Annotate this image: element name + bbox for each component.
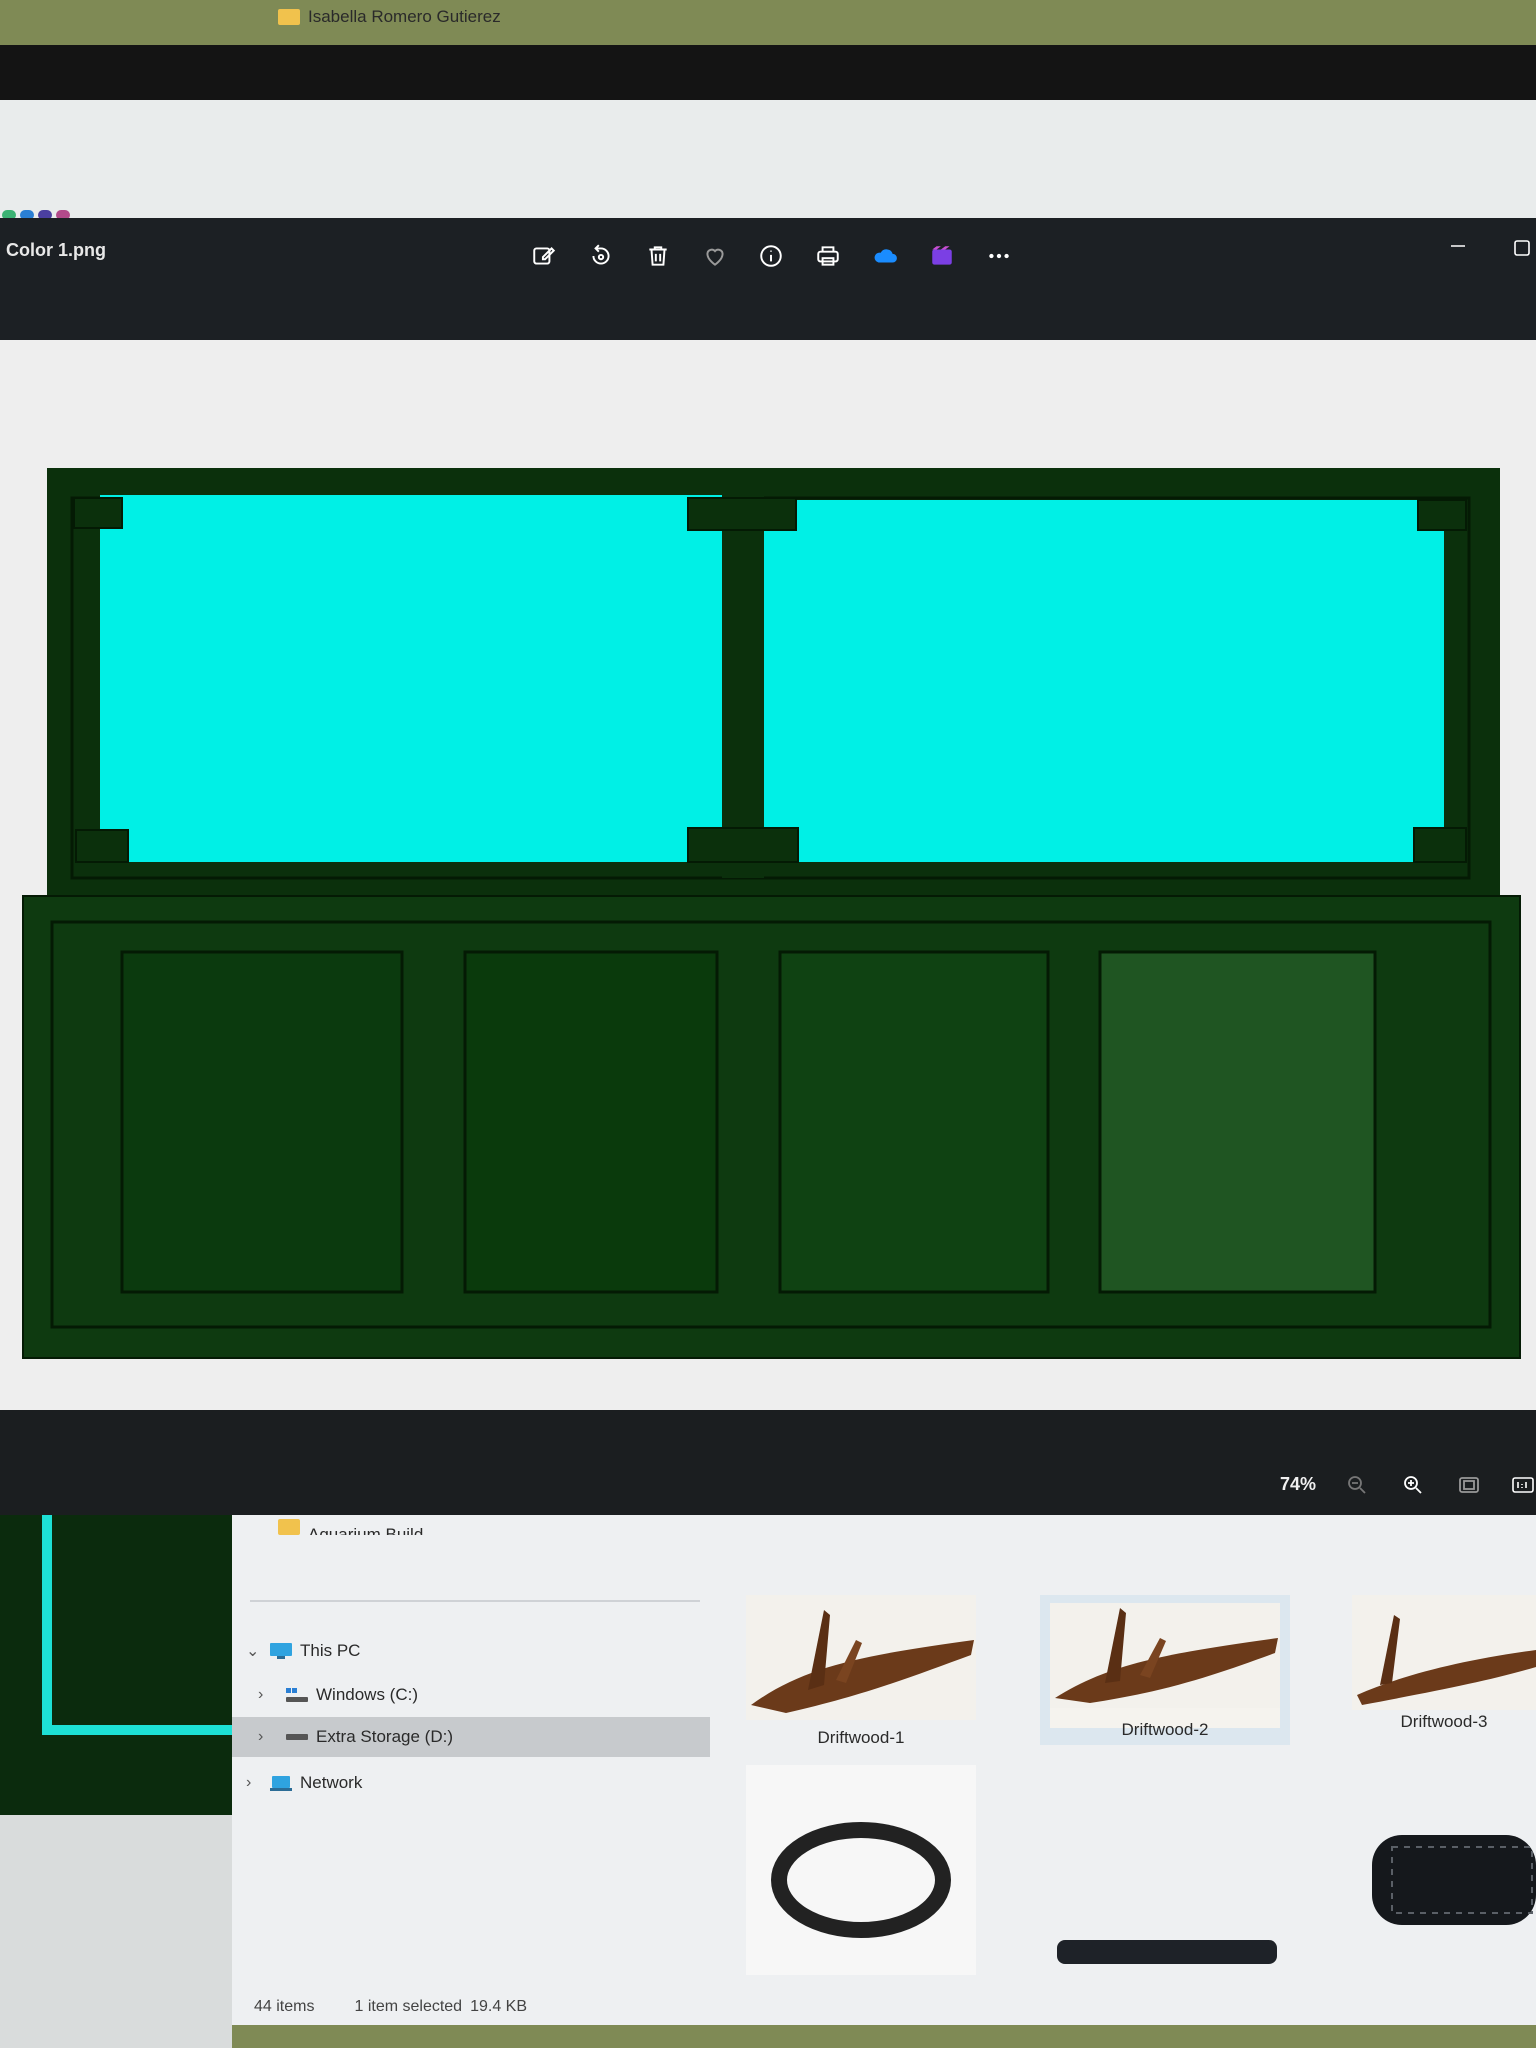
drive-icon <box>286 1734 308 1740</box>
thumbnail-driftwood-3 <box>1352 1595 1536 1710</box>
zoom-out-icon <box>1348 1476 1366 1494</box>
aquarium-cabinet-image <box>0 340 1536 1410</box>
left-glass-panel <box>100 495 722 862</box>
nav-folder-aquarium-build[interactable]: Aquarium Build <box>278 1515 423 1535</box>
fit-to-window-button[interactable] <box>1454 1470 1484 1500</box>
maximize-button[interactable] <box>1510 236 1534 260</box>
edit-button[interactable] <box>526 238 562 274</box>
chevron-down-icon: ⌄ <box>246 1643 260 1660</box>
photos-title-bar <box>0 218 1536 340</box>
delete-icon <box>649 246 667 266</box>
selection-size: 19.4 KB <box>470 1998 528 2015</box>
folder-icon <box>278 1519 300 1535</box>
wavemaker-pump-image <box>1372 1835 1536 1925</box>
edit-icon <box>533 247 556 265</box>
center-brace <box>722 480 764 878</box>
item-count: 44 items <box>254 1998 315 2015</box>
thumbnail-driftwood-2 <box>1050 1603 1280 1728</box>
minimize-icon <box>1451 245 1465 247</box>
nav-this-pc[interactable]: ⌄ This PC <box>246 1631 360 1671</box>
thumbnail-driftwood-1 <box>746 1595 976 1720</box>
minimize-button[interactable] <box>1448 236 1468 256</box>
tubing-image <box>771 1822 951 1938</box>
file-driftwood-1[interactable]: Driftwood-1 <box>746 1595 976 1748</box>
onedrive-button[interactable] <box>867 238 903 274</box>
driftwood-image <box>746 1595 976 1720</box>
onedrive-cloud-icon <box>874 249 897 263</box>
corner-brace-bl <box>75 829 129 863</box>
monitor-bezel <box>0 45 1536 105</box>
file-driftwood-3[interactable]: Driftwood-3 <box>1352 1595 1536 1732</box>
file-wavemaker[interactable] <box>1352 1795 1536 1975</box>
more-options-button[interactable] <box>981 238 1017 274</box>
fit-screen-icon <box>1459 1477 1479 1493</box>
right-glass-panel <box>764 500 1444 862</box>
more-options-icon <box>989 253 1009 259</box>
chevron-right-icon: › <box>258 1686 264 1703</box>
corner-brace-tr <box>1417 499 1467 531</box>
corner-brace-tl <box>73 497 123 529</box>
rotate-icon <box>592 244 610 265</box>
actual-size-button[interactable] <box>1508 1470 1536 1500</box>
cabinet-door-4 <box>1098 950 1377 1294</box>
folder-icon <box>278 9 300 25</box>
hose-image <box>1057 1940 1277 1964</box>
window-title: Color 1.png <box>6 240 106 260</box>
print-button[interactable] <box>810 238 846 274</box>
center-brace-bottom <box>687 827 799 863</box>
zoom-in-button[interactable] <box>1398 1470 1428 1500</box>
zoom-out-button[interactable] <box>1342 1470 1372 1500</box>
zoom-in-icon <box>1404 1476 1422 1494</box>
delete-button[interactable] <box>640 238 676 274</box>
cabinet-door-2 <box>463 950 719 1294</box>
favorite-button[interactable] <box>697 238 733 274</box>
explorer-status-bar: 44 items 1 item selected 19.4 KB <box>232 1990 1536 2024</box>
info-button[interactable] <box>753 238 789 274</box>
zoom-level[interactable]: 74% <box>1280 1474 1316 1495</box>
clipchamp-video-icon <box>932 246 952 265</box>
chevron-right-icon: › <box>246 1774 252 1791</box>
network-icon <box>270 1776 292 1791</box>
selection-count: 1 item selected <box>354 1998 463 2015</box>
corner-brace-br <box>1413 827 1467 863</box>
image-canvas <box>0 340 1536 1410</box>
file-driftwood-2[interactable]: Driftwood-2 <box>1040 1595 1290 1745</box>
print-icon <box>817 246 839 266</box>
nav-drive-d[interactable]: › Extra Storage (D:) <box>232 1717 710 1757</box>
file-hose[interactable] <box>1052 1935 1282 1975</box>
nav-folder-isabella[interactable]: Isabella Romero Gutierez <box>278 0 501 37</box>
cabinet-door-1 <box>120 950 404 1294</box>
windows-drive-icon <box>286 1688 308 1702</box>
background-image-preview <box>0 1515 232 1815</box>
photos-bottom-bar <box>0 1410 1536 1515</box>
driftwood-image <box>1352 1595 1536 1710</box>
background-window-strip <box>0 100 1536 225</box>
maximize-icon <box>1514 240 1530 256</box>
nav-network[interactable]: › Network <box>246 1763 362 1803</box>
driftwood-image <box>1050 1603 1280 1708</box>
rotate-button[interactable] <box>583 238 619 274</box>
favorite-heart-icon <box>706 248 724 266</box>
nav-drive-c[interactable]: › Windows (C:) <box>258 1675 418 1715</box>
nav-divider <box>250 1600 700 1602</box>
center-brace-top <box>687 497 797 531</box>
desktop-background <box>0 1815 232 2048</box>
chevron-right-icon: › <box>258 1728 264 1745</box>
clipchamp-button[interactable] <box>924 238 960 274</box>
info-icon <box>760 245 782 267</box>
computer-icon <box>270 1643 292 1659</box>
cabinet-door-3 <box>778 950 1050 1294</box>
file-explorer-window: Aquarium Build Isabella Romero Gutierez … <box>232 7 1536 2025</box>
file-tubing[interactable] <box>746 1765 976 1975</box>
actual-size-icon <box>1512 1477 1534 1493</box>
